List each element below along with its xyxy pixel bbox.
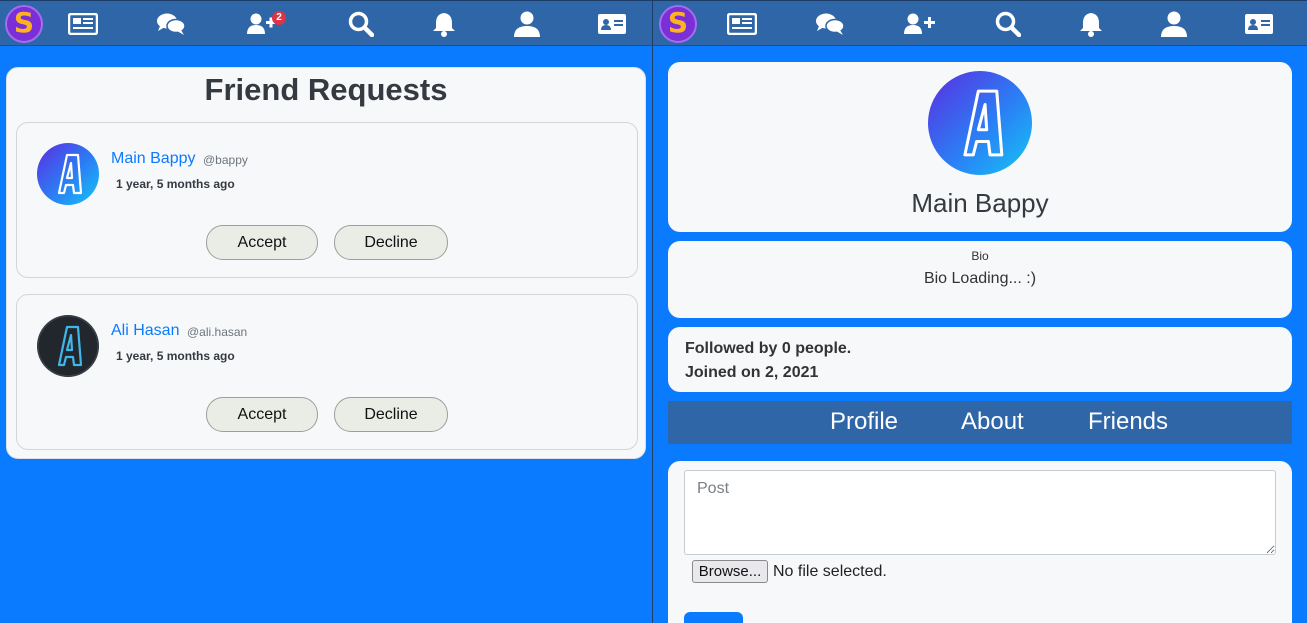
bell-icon	[433, 13, 455, 37]
id-card-icon	[598, 14, 626, 34]
logo-letter: S	[667, 6, 689, 39]
nav-account[interactable]	[595, 1, 629, 47]
nav-notifications[interactable]	[427, 1, 461, 47]
nav-newsfeed[interactable]	[64, 1, 102, 47]
stats-card: Followed by 0 people. Joined on 2, 2021	[668, 327, 1292, 392]
nav-search[interactable]	[343, 1, 379, 47]
browse-file-button[interactable]: Browse...	[692, 560, 768, 583]
avatar[interactable]	[37, 315, 99, 377]
tab-profile[interactable]: Profile	[830, 408, 898, 436]
joined-text: Joined on 2, 2021	[685, 364, 819, 381]
search-icon	[348, 11, 374, 37]
bio-label: Bio	[971, 249, 989, 263]
nav-profile[interactable]	[1157, 1, 1191, 47]
app-logo[interactable]: S	[659, 5, 697, 43]
top-navbar: S 2	[0, 0, 652, 46]
tab-about[interactable]: About	[961, 408, 1024, 436]
tab-friends[interactable]: Friends	[1088, 408, 1168, 436]
requester-handle: @bappy	[203, 153, 248, 167]
post-composer-card: Browse... No file selected.	[668, 461, 1292, 623]
post-input[interactable]	[684, 470, 1276, 555]
nav-search[interactable]	[990, 1, 1026, 47]
nav-messages[interactable]	[811, 1, 849, 47]
bio-card: Bio Bio Loading... :)	[668, 241, 1292, 318]
request-time: 1 year, 5 months ago	[116, 349, 235, 363]
friend-request-count-badge: 2	[272, 11, 286, 25]
app-logo[interactable]: S	[5, 5, 43, 43]
profile-pane: S Main Bappy Bio Bio Loading... :) Follo…	[653, 0, 1307, 623]
requester-handle: @ali.hasan	[187, 325, 248, 339]
nav-friend-requests[interactable]: 2	[242, 1, 286, 47]
requester-name-link[interactable]: Main Bappy	[111, 150, 196, 168]
avatar[interactable]	[37, 143, 99, 205]
requester-name-link[interactable]: Ali Hasan	[111, 322, 179, 340]
comments-icon	[816, 13, 845, 35]
id-card-icon	[1245, 14, 1273, 34]
logo-letter: S	[13, 6, 35, 39]
friend-requests-card: Friend Requests Main Bappy @bappy 1 year…	[6, 67, 646, 459]
search-icon	[995, 11, 1021, 37]
nav-account[interactable]	[1242, 1, 1276, 47]
file-status-text: No file selected.	[773, 563, 887, 580]
profile-header-card: Main Bappy	[668, 62, 1292, 232]
newspaper-icon	[68, 13, 98, 35]
post-submit-button[interactable]	[684, 612, 743, 623]
user-plus-icon	[904, 13, 935, 34]
profile-avatar[interactable]	[928, 71, 1032, 175]
request-time: 1 year, 5 months ago	[116, 177, 235, 191]
bio-text: Bio Loading... :)	[923, 270, 1037, 287]
profile-tabs: Profile About Friends	[668, 401, 1292, 444]
friend-requests-pane: S 2 Friend Requests Main Bappy @bappy 1 …	[0, 0, 652, 623]
nav-profile[interactable]	[510, 1, 544, 47]
profile-name: Main Bappy	[911, 188, 1049, 218]
nav-messages[interactable]	[152, 1, 190, 47]
accept-button[interactable]: Accept	[206, 397, 318, 432]
friend-request-item: Ali Hasan @ali.hasan 1 year, 5 months ag…	[16, 294, 638, 450]
user-icon	[514, 11, 540, 37]
decline-button[interactable]: Decline	[334, 397, 448, 432]
followers-text: Followed by 0 people.	[685, 340, 852, 357]
top-navbar: S	[653, 0, 1307, 46]
decline-button[interactable]: Decline	[334, 225, 448, 260]
nav-friend-requests[interactable]	[901, 1, 939, 47]
accept-button[interactable]: Accept	[206, 225, 318, 260]
friend-request-item: Main Bappy @bappy 1 year, 5 months ago A…	[16, 122, 638, 278]
bell-icon	[1080, 13, 1102, 37]
nav-notifications[interactable]	[1074, 1, 1108, 47]
newspaper-icon	[727, 13, 757, 35]
user-icon	[1161, 11, 1187, 37]
page-title: Friend Requests	[204, 72, 448, 107]
comments-icon	[157, 13, 186, 35]
nav-newsfeed[interactable]	[723, 1, 761, 47]
